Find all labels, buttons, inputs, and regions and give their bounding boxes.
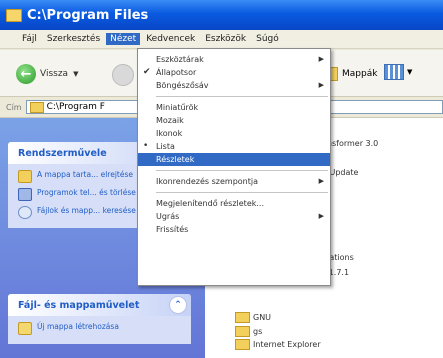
forward-button[interactable] (112, 64, 134, 86)
menu-file[interactable]: Fájl (22, 34, 37, 44)
menu-bar: Fájl Szerkesztés Nézet Kedvencek Eszközö… (0, 30, 443, 49)
menu-item-label: Eszköztárak (156, 55, 204, 64)
menu-item[interactable]: Böngészősáv ▶ (138, 79, 330, 92)
back-arrow-icon: ← (16, 64, 36, 84)
folder-icon (235, 326, 250, 337)
folder-icon (235, 312, 250, 323)
back-label: Vissza (40, 69, 69, 79)
file-tasks-panel: Fájl- és mappaművelet ⌃ Új mappa létreho… (8, 294, 191, 344)
new-folder-icon (18, 322, 32, 335)
submenu-arrow-icon: ▶ (318, 55, 324, 63)
menu-item[interactable]: Miniatűrök (138, 101, 330, 114)
menu-item-label: Részletek (156, 155, 195, 164)
menu-item-label: Ugrás (156, 212, 180, 221)
menu-separator (156, 96, 328, 97)
address-path: C:\Program F (46, 102, 105, 112)
menu-item-label: Megjelenítendő részletek... (156, 199, 264, 208)
task-label: A mappa tarta... elrejtése (37, 170, 134, 179)
submenu-arrow-icon: ▶ (318, 177, 324, 185)
file-name: GNU (253, 313, 272, 322)
views-icon (384, 64, 404, 80)
menu-item-label: Lista (156, 142, 175, 151)
window-title: C:\Program Files (27, 7, 149, 23)
folder-icon (18, 170, 32, 183)
view-dropdown-menu: Eszköztárak ▶ ✔ Állapotsor Böngészősáv ▶ Minia… (137, 48, 331, 286)
menu-view[interactable]: Nézet (106, 33, 141, 45)
collapse-chevron-icon[interactable]: ⌃ (169, 296, 187, 314)
chevron-down-icon: ▼ (407, 68, 413, 76)
task-label: Fájlok és mapp... keresése (37, 206, 136, 215)
menu-item[interactable]: Mozaik (138, 114, 330, 127)
file-tasks-header[interactable]: Fájl- és mappaművelet ⌃ (8, 294, 191, 316)
system-tasks-title: Rendszerművele (18, 147, 107, 159)
back-button[interactable]: ← Vissza ▼ (16, 64, 78, 84)
menu-tools[interactable]: Eszközök (205, 34, 246, 44)
menu-item[interactable]: Ikonok (138, 127, 330, 140)
submenu-arrow-icon: ▶ (318, 212, 324, 220)
folder-icon (29, 101, 44, 113)
file-name: Internet Explorer (253, 340, 321, 349)
menu-item-label: Frissítés (156, 225, 189, 234)
menu-item-label: Miniatűrök (156, 103, 199, 112)
programs-icon (18, 188, 32, 201)
checkmark-icon: ✔ (143, 67, 151, 77)
list-item[interactable]: GNU (235, 312, 271, 323)
menu-item-label: Ikonok (156, 129, 183, 138)
menu-item-label: Ikonrendezés szempontja (156, 177, 258, 186)
menu-item[interactable]: Ikonrendezés szempontja ▶ (138, 175, 330, 188)
list-item[interactable]: gs (235, 326, 262, 337)
menu-item[interactable]: • Lista (138, 140, 330, 153)
menu-separator (156, 192, 328, 193)
task-label: Programok tel... és törlése (37, 188, 136, 197)
menu-item[interactable]: Eszköztárak ▶ (138, 53, 330, 66)
address-label: Cím (6, 102, 22, 112)
folder-icon (6, 8, 22, 22)
menu-item[interactable]: Frissítés (138, 223, 330, 236)
file-tasks-title: Fájl- és mappaművelet (18, 299, 140, 311)
chevron-down-icon[interactable]: ▼ (73, 70, 78, 78)
task-new-folder[interactable]: Új mappa létrehozása (18, 322, 185, 335)
menu-edit[interactable]: Szerkesztés (47, 34, 100, 44)
menu-item[interactable]: ✔ Állapotsor (138, 66, 330, 79)
menu-item[interactable]: Részletek (138, 153, 330, 166)
file-name: gs (253, 327, 263, 336)
menu-separator (156, 170, 328, 171)
list-item[interactable]: Internet Explorer (235, 339, 321, 350)
menu-favorites[interactable]: Kedvencek (146, 34, 195, 44)
folder-icon (235, 339, 250, 350)
views-button[interactable]: ▼ (384, 64, 412, 80)
menu-item[interactable]: Ugrás ▶ (138, 210, 330, 223)
folders-label: Mappák (342, 69, 378, 79)
task-label: Új mappa létrehozása (37, 322, 119, 331)
submenu-arrow-icon: ▶ (318, 81, 324, 89)
menu-help[interactable]: Súgó (256, 34, 279, 44)
bullet-icon: • (143, 141, 149, 151)
title-bar: C:\Program Files (0, 0, 443, 30)
menu-item-label: Állapotsor (156, 68, 197, 77)
menu-item-label: Mozaik (156, 116, 184, 125)
menu-item-label: Böngészősáv (156, 81, 209, 90)
search-icon (18, 206, 32, 219)
menu-item[interactable]: Megjelenítendő részletek... (138, 197, 330, 210)
